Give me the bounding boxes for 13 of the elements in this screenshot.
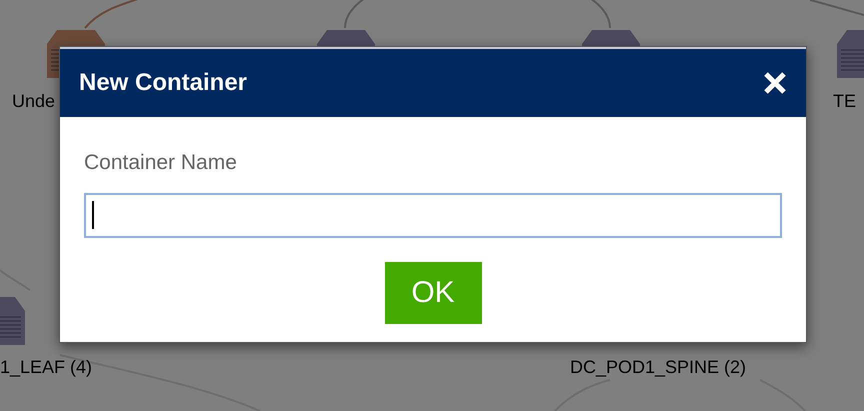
dialog-title: New Container bbox=[79, 68, 248, 98]
node-label: DC_POD1_SPINE (2) bbox=[570, 356, 746, 379]
link-line bbox=[344, 0, 366, 28]
node-label: TE bbox=[833, 90, 856, 113]
node-label: Unde bbox=[12, 90, 56, 113]
input-field[interactable] bbox=[84, 192, 782, 238]
close-icon[interactable] bbox=[763, 71, 787, 95]
field-label: Container Name bbox=[84, 150, 238, 176]
ok-button[interactable]: OK bbox=[384, 262, 482, 324]
link-line bbox=[810, 0, 864, 16]
node-label: 1_LEAF (4) bbox=[0, 356, 92, 379]
link-line bbox=[589, 0, 611, 28]
text-cursor bbox=[92, 201, 94, 229]
